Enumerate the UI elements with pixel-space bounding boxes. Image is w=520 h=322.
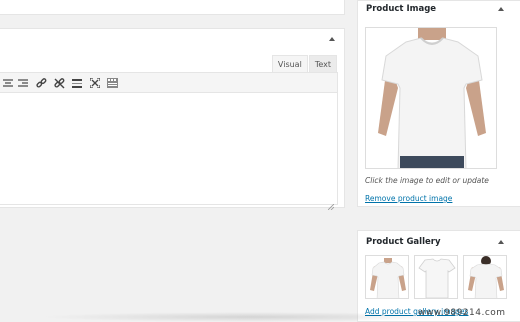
bottom-shadow xyxy=(40,312,460,322)
gallery-thumbnail[interactable] xyxy=(463,255,507,299)
product-image-box: Product Image Click the image to edit or… xyxy=(357,0,520,207)
product-gallery-title: Product Gallery xyxy=(366,237,441,247)
collapse-toggle-icon[interactable] xyxy=(496,237,506,247)
product-image-title: Product Image xyxy=(366,4,437,14)
top-panel xyxy=(0,0,345,15)
tab-text[interactable]: Text xyxy=(308,55,337,72)
insert-link-icon[interactable] xyxy=(35,77,47,89)
editor-tabs: Visual Text xyxy=(271,55,337,72)
fullscreen-icon[interactable] xyxy=(89,77,101,89)
tshirt-model-image xyxy=(378,28,486,168)
tshirt-back-thumbnail xyxy=(468,256,504,298)
editor-toolbar xyxy=(0,72,338,93)
tab-visual[interactable]: Visual xyxy=(271,55,308,72)
collapse-toggle-icon[interactable] xyxy=(496,4,506,14)
editor-content-area[interactable] xyxy=(0,93,338,211)
remove-link-icon[interactable] xyxy=(53,77,65,89)
remove-product-image-link[interactable]: Remove product image xyxy=(365,194,452,203)
image-edit-hint: Click the image to edit or update xyxy=(365,176,489,185)
tshirt-front-thumbnail xyxy=(370,258,406,298)
resize-handle-icon[interactable] xyxy=(327,195,335,211)
read-more-icon[interactable] xyxy=(71,77,83,89)
product-image[interactable] xyxy=(365,27,497,169)
editor-box-header xyxy=(0,29,344,50)
toolbar-toggle-icon[interactable] xyxy=(106,77,118,89)
gallery-thumbnail[interactable] xyxy=(365,255,409,299)
align-right-icon[interactable] xyxy=(17,77,29,89)
collapse-toggle-icon[interactable] xyxy=(327,34,337,44)
align-center-icon[interactable] xyxy=(2,77,14,89)
editor-box: Visual Text xyxy=(0,28,345,211)
watermark-text: www.989214.com xyxy=(418,308,506,318)
tshirt-flat-thumbnail xyxy=(418,258,456,298)
gallery-thumbnail[interactable] xyxy=(414,255,458,299)
